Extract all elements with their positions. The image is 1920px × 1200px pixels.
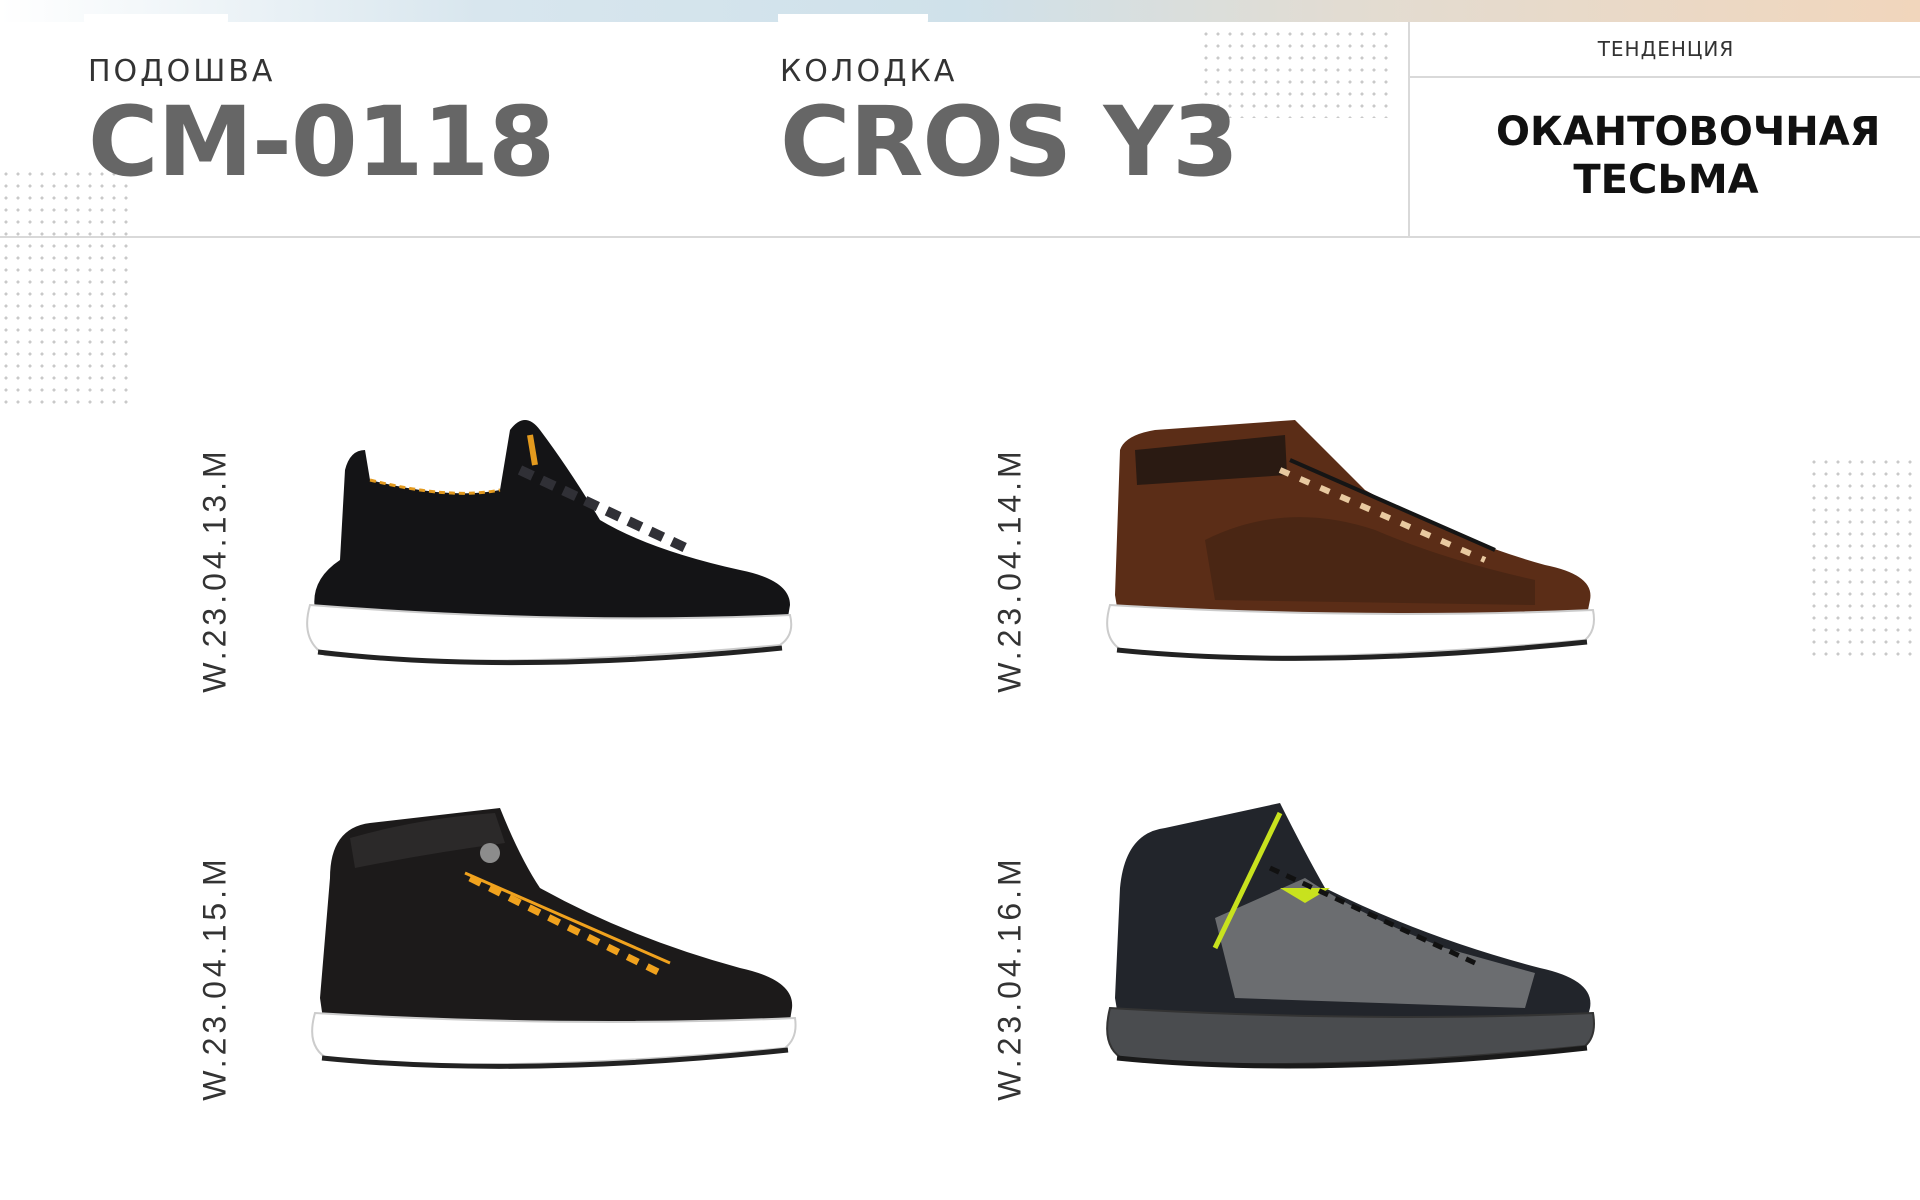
sole-value: СМ-0118 xyxy=(88,86,555,198)
product-card[interactable]: W.23.04.16.M xyxy=(975,798,1675,1158)
last-value: CROS Y3 xyxy=(780,86,1239,198)
last-field: КОЛОДКА CROS Y3 xyxy=(780,52,1239,198)
trend-panel: ТЕНДЕНЦИЯ ОКАНТОВОЧНАЯ ТЕСЬМА xyxy=(1408,22,1920,236)
shoe-image-brown-sneaker xyxy=(1106,420,1595,661)
product-code: W.23.04.15.M xyxy=(196,855,233,1101)
shoe-image-black-high-top xyxy=(311,808,797,1069)
product-card[interactable]: W.23.04.14.M xyxy=(975,390,1675,750)
trend-value: ОКАНТОВОЧНАЯ ТЕСЬМА xyxy=(1496,109,1881,203)
product-code: W.23.04.13.M xyxy=(196,447,233,693)
dot-pattern-right xyxy=(1808,456,1920,664)
trend-label: ТЕНДЕНЦИЯ xyxy=(1410,22,1920,78)
product-card[interactable]: W.23.04.15.M xyxy=(180,798,880,1158)
product-card[interactable]: W.23.04.13.M xyxy=(180,390,880,750)
sole-field: ПОДОШВА СМ-0118 xyxy=(88,52,555,198)
top-decorative-band xyxy=(0,0,1920,22)
product-code: W.23.04.14.M xyxy=(991,447,1028,693)
header: ПОДОШВА СМ-0118 КОЛОДКА CROS Y3 ТЕНДЕНЦИ… xyxy=(0,22,1920,238)
shoe-image-black-sneaker xyxy=(306,420,793,666)
shoe-image-grey-high-top xyxy=(1106,803,1595,1069)
product-code: W.23.04.16.M xyxy=(991,855,1028,1101)
